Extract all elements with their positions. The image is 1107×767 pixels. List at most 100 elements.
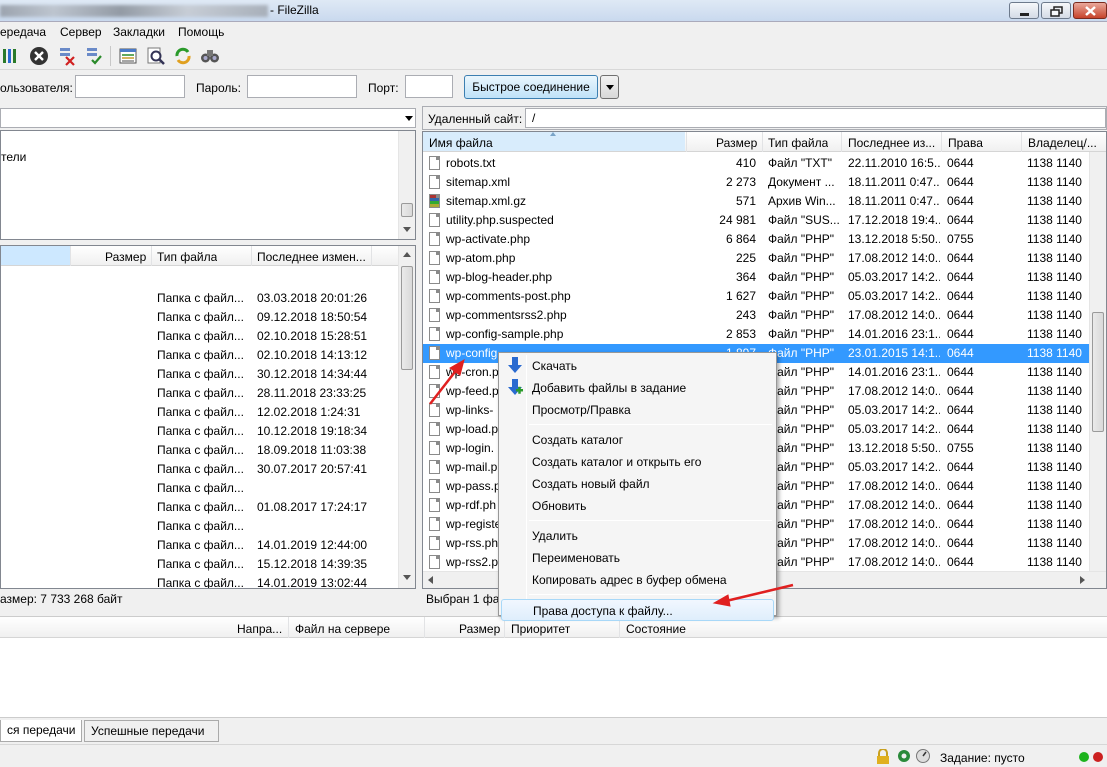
scroll-down-icon[interactable] [403,575,411,580]
context-menu-item[interactable]: Создать каталог и открыть его [501,451,774,473]
file-permissions: 0644 [947,384,974,398]
list-item[interactable]: Папка с файл... 15.12.2018 14:39:35 [1,555,398,574]
list-item[interactable]: Папка с файл... 14.01.2019 12:44:00 [1,536,398,555]
binoculars-icon[interactable] [200,46,220,66]
list-item[interactable]: Папка с файл... 18.09.2018 11:03:38 [1,441,398,460]
local-col-modified[interactable]: Последнее измен... [257,250,366,264]
port-label: Порт: [368,81,399,95]
table-row[interactable]: wp-atom.php 225 Файл "PHP" 17.08.2012 14:0.… [423,249,1089,268]
local-file-type: Папка с файл... [157,576,244,589]
password-field[interactable] [247,75,357,98]
queue-col-priority[interactable]: Приоритет [511,622,570,636]
maximize-button[interactable] [1041,2,1071,19]
cancel-icon[interactable] [29,46,49,66]
queue-col-direction[interactable]: Напра... [237,622,282,636]
list-item[interactable]: Папка с файл... 02.10.2018 14:13:12 [1,346,398,365]
table-row[interactable]: utility.php.suspected 24 981 Файл "SUS... 1… [423,211,1089,230]
reconnect-icon[interactable] [84,46,104,66]
list-item[interactable]: Папка с файл... 28.11.2018 23:33:25 [1,384,398,403]
header-separator [70,246,71,266]
context-menu-item[interactable]: Просмотр/Правка [501,399,774,421]
table-row[interactable]: wp-config-sample.php 2 853 Файл "PHP" 14.01… [423,325,1089,344]
table-row[interactable]: wp-activate.php 6 864 Файл "PHP" 13.12.2018… [423,230,1089,249]
remote-col-modified[interactable]: Последнее из... [848,136,935,150]
menu-help[interactable]: Помощь [178,25,224,39]
php-file-icon [429,517,440,531]
table-row[interactable]: wp-commentsrss2.php 243 Файл "PHP" 17.08.20… [423,306,1089,325]
list-item[interactable]: Папка с файл... 03.03.2018 20:01:26 [1,289,398,308]
context-menu-label: Просмотр/Правка [532,403,631,417]
context-menu-item[interactable]: Создать новый файл [501,473,774,495]
list-item[interactable]: Папка с файл... 01.08.2017 17:24:17 [1,498,398,517]
local-file-type: Папка с файл... [157,519,244,533]
filter-icon[interactable] [146,46,166,66]
context-menu-item[interactable]: Удалить [501,525,774,547]
tab-successful-transfers[interactable]: Успешные передачи [84,720,219,742]
remote-col-size[interactable]: Размер [716,136,757,150]
username-field[interactable] [75,75,185,98]
menu-bookmarks[interactable]: Закладки [113,25,165,39]
remote-col-name[interactable]: Имя файла [429,136,493,150]
local-col-type[interactable]: Тип файла [157,250,217,264]
queue-col-remote-file[interactable]: Файл на сервере [295,622,390,636]
scroll-thumb[interactable] [1092,312,1104,432]
close-button[interactable] [1073,2,1107,19]
remote-col-type[interactable]: Тип файла [768,136,828,150]
context-menu-item[interactable]: Копировать адрес в буфер обмена [501,569,774,591]
context-menu-item[interactable]: Скачать [501,355,774,377]
local-col-size[interactable]: Размер [105,250,146,264]
list-item[interactable]: Папка с файл... 10.12.2018 19:18:34 [1,422,398,441]
scroll-up-icon[interactable] [403,252,411,257]
file-permissions: 0644 [947,422,974,436]
local-path-combo[interactable] [0,108,416,128]
chevron-down-icon [405,116,413,121]
local-tree-scrollbar[interactable] [398,131,415,239]
list-item[interactable]: Папка с файл... 09.12.2018 18:50:54 [1,308,398,327]
remote-col-owner[interactable]: Владелец/... [1028,136,1098,150]
list-item[interactable]: Папка с файл... [1,517,398,536]
scroll-right-icon[interactable] [1080,576,1085,584]
context-menu-item[interactable]: Обновить [501,495,774,517]
list-item[interactable]: Папка с файл... 02.10.2018 15:28:51 [1,327,398,346]
file-type: Файл "PHP" [768,460,835,474]
process-queue-icon[interactable] [2,46,22,66]
list-item[interactable]: Папка с файл... 14.01.2019 13:02:44 [1,574,398,589]
tree-item-fragment[interactable]: тели [1,150,26,164]
tab-failed-transfers[interactable]: ся передачи [0,720,82,742]
scroll-thumb[interactable] [401,203,413,217]
local-list-scrollbar[interactable] [398,246,415,588]
queue-col-size[interactable]: Размер [459,622,500,636]
refresh-icon[interactable] [173,46,193,66]
menu-server[interactable]: Сервер [60,25,102,39]
list-item[interactable]: Папка с файл... 12.02.2018 1:24:31 [1,403,398,422]
context-menu-item[interactable]: Права доступа к файлу... [501,599,774,621]
list-item[interactable] [1,270,398,289]
list-item[interactable]: Папка с файл... 30.07.2017 20:57:41 [1,460,398,479]
minimize-button[interactable] [1009,2,1039,19]
menu-transfer[interactable]: ередача [0,25,46,39]
quickconnect-dropdown[interactable] [600,75,619,99]
table-row[interactable]: sitemap.xml 2 273 Документ ... 18.11.2011 0… [423,173,1089,192]
list-item[interactable]: Папка с файл... 30.12.2018 14:34:44 [1,365,398,384]
table-row[interactable]: wp-comments-post.php 1 627 Файл "PHP" 05.03… [423,287,1089,306]
scroll-left-icon[interactable] [428,576,433,584]
disconnect-icon[interactable] [57,46,77,66]
scroll-down-icon[interactable] [403,227,411,232]
context-menu-item[interactable]: Создать каталог [501,429,774,451]
table-row[interactable]: wp-blog-header.php 364 Файл "PHP" 05.03.201… [423,268,1089,287]
list-item[interactable]: Папка с файл... [1,479,398,498]
remote-list-scrollbar[interactable] [1089,152,1106,571]
quickconnect-button[interactable]: Быстрое соединение [464,75,598,99]
dir-listing-icon[interactable] [118,46,138,66]
table-row[interactable]: robots.txt 410 Файл "TXT" 22.11.2010 16:5..… [423,154,1089,173]
table-row[interactable]: sitemap.xml.gz 571 Архив Win... 18.11.2011 … [423,192,1089,211]
remote-col-perms[interactable]: Права [948,136,983,150]
context-menu-item[interactable]: Переименовать [501,547,774,569]
file-type: Файл "PHP" [768,346,835,360]
port-field[interactable] [405,75,453,98]
queue-col-status[interactable]: Состояние [626,622,686,636]
scroll-thumb[interactable] [401,266,413,370]
remote-path-combo[interactable]: / [525,108,1106,128]
context-menu-item[interactable]: Добавить файлы в задание [501,377,774,399]
file-type: Документ ... [768,175,835,189]
